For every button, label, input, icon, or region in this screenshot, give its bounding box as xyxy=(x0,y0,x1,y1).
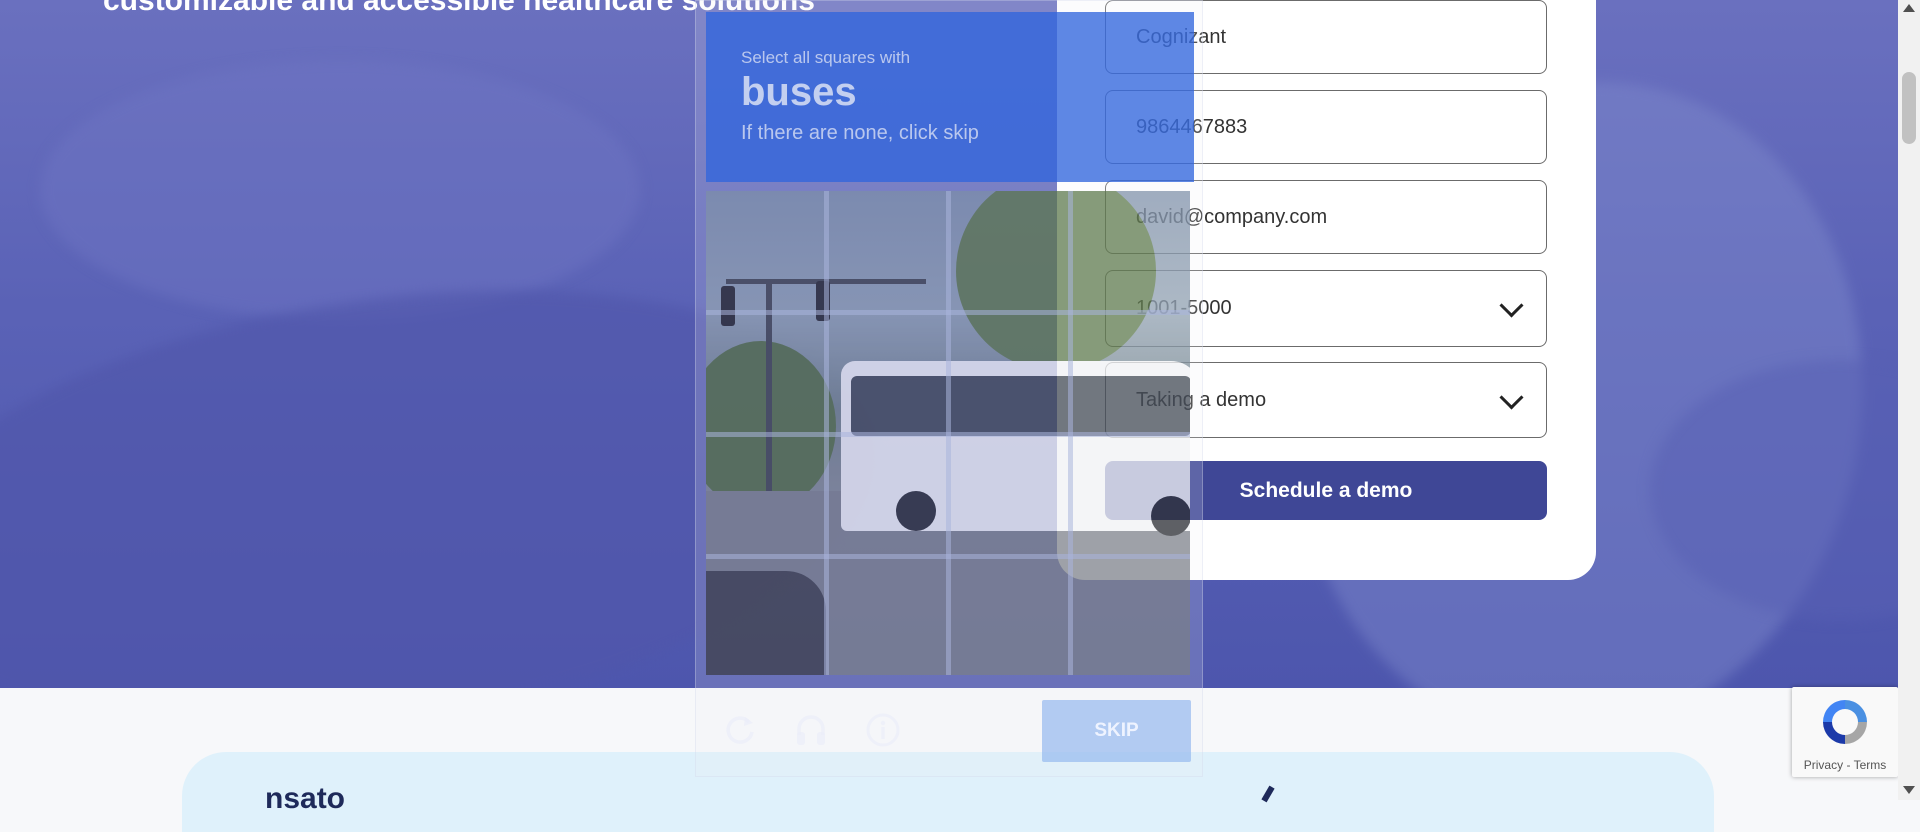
refresh-icon[interactable] xyxy=(723,713,757,747)
captcha-instruction-sub: If there are none, click skip xyxy=(741,122,979,144)
scroll-down-arrow-icon[interactable] xyxy=(1903,786,1915,794)
captcha-skip-button[interactable]: SKIP xyxy=(1042,700,1191,762)
recaptcha-privacy-link[interactable]: Privacy xyxy=(1804,758,1843,772)
recaptcha-links: Privacy - Terms xyxy=(1792,758,1898,772)
scroll-up-arrow-icon[interactable] xyxy=(1903,4,1915,12)
info-icon[interactable] xyxy=(866,713,900,747)
wheel-shape xyxy=(1151,496,1190,536)
captcha-grid-line xyxy=(706,310,1190,315)
scrollbar-thumb[interactable] xyxy=(1902,72,1916,144)
car-shape xyxy=(706,571,826,675)
traffic-light-shape xyxy=(721,286,735,326)
hero-background-shape xyxy=(40,60,640,320)
bottom-banner-text: nsato xyxy=(265,782,346,815)
recaptcha-link-separator: - xyxy=(1843,758,1854,772)
captcha-grid-line xyxy=(706,554,1190,559)
chevron-down-icon xyxy=(1499,385,1524,410)
tree-shape xyxy=(956,191,1156,371)
headphones-icon[interactable] xyxy=(794,713,828,747)
bus-window-shape xyxy=(851,376,1190,436)
captcha-target-word: buses xyxy=(741,70,857,114)
recaptcha-terms-link[interactable]: Terms xyxy=(1854,758,1887,772)
chevron-down-icon xyxy=(1499,293,1524,318)
recaptcha-logo-icon xyxy=(1823,700,1867,744)
captcha-instruction-small: Select all squares with xyxy=(741,48,911,67)
captcha-grid-line xyxy=(706,432,1190,437)
wheel-shape xyxy=(896,491,936,531)
recaptcha-badge[interactable]: Privacy - Terms xyxy=(1792,687,1898,777)
